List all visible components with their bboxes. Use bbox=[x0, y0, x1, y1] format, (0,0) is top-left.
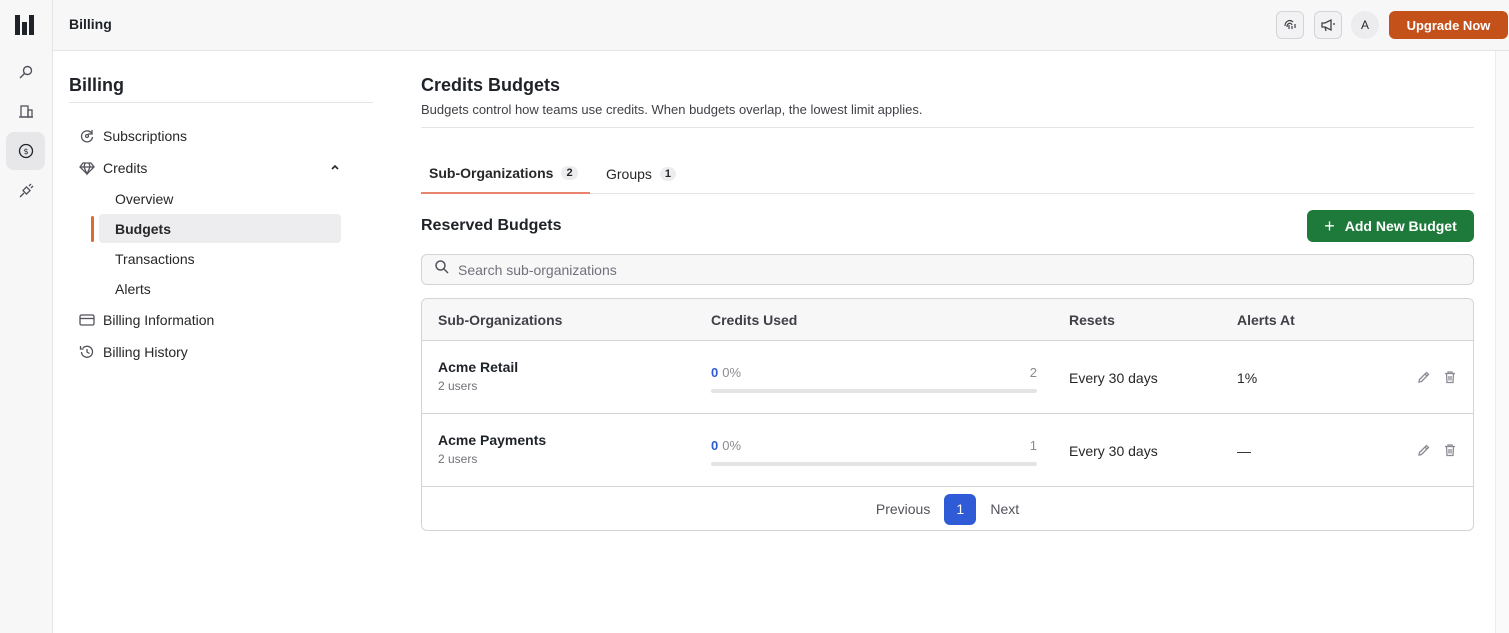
resets-value: Every 30 days bbox=[1069, 443, 1158, 459]
organization-icon[interactable] bbox=[6, 92, 45, 130]
tab-bar: Sub-Organizations 2 Groups 1 bbox=[421, 154, 1474, 194]
sidebar-divider bbox=[69, 102, 373, 103]
subscriptions-icon bbox=[79, 128, 95, 144]
page-header-title: Billing bbox=[69, 16, 112, 32]
column-header: Resets bbox=[1069, 312, 1115, 328]
table-row: Acme Payments 2 users 0 0% 1 Every 30 da… bbox=[422, 414, 1473, 487]
sidebar-item-subscriptions[interactable]: Subscriptions bbox=[79, 123, 187, 149]
credits-used-percent: 0% bbox=[722, 365, 742, 380]
edit-pencil-icon[interactable] bbox=[1416, 442, 1432, 458]
sidebar-subitem-alerts[interactable]: Alerts bbox=[99, 274, 341, 303]
top-bar: Billing A Upgrade Now bbox=[53, 0, 1509, 51]
credits-used-percent: 0% bbox=[722, 438, 742, 453]
column-header: Sub-Organizations bbox=[438, 312, 563, 328]
credits-used: 0 0% 2 bbox=[711, 365, 1037, 380]
budgets-table: Sub-Organizations Credits Used Resets Al… bbox=[421, 298, 1474, 531]
delete-trash-icon[interactable] bbox=[1442, 442, 1458, 458]
sidebar-subitem-transactions[interactable]: Transactions bbox=[99, 244, 341, 273]
sidebar-item-label: Subscriptions bbox=[103, 128, 188, 144]
page-title: Credits Budgets bbox=[421, 75, 561, 95]
credits-progress-bar bbox=[711, 462, 1037, 466]
previous-page-button[interactable]: Previous bbox=[876, 501, 930, 517]
search-icon bbox=[434, 259, 450, 280]
header-divider bbox=[421, 127, 1474, 128]
credits-used-value: 0 bbox=[711, 438, 719, 453]
org-name: Acme Retail bbox=[438, 359, 519, 375]
integrations-plug-icon[interactable] bbox=[6, 172, 45, 210]
org-cell: Acme Payments 2 users bbox=[438, 432, 546, 466]
app-logo-icon[interactable] bbox=[14, 14, 36, 36]
column-header: Alerts At bbox=[1237, 312, 1295, 328]
announcements-megaphone-icon[interactable] bbox=[1314, 11, 1342, 39]
sidebar-item-billing-information[interactable]: Billing Information bbox=[79, 307, 214, 333]
history-icon bbox=[79, 344, 95, 360]
credits-progress-bar bbox=[711, 389, 1037, 393]
billing-dollar-icon[interactable]: $ bbox=[6, 132, 45, 170]
tab-sub-organizations[interactable]: Sub-Organizations 2 bbox=[421, 154, 590, 194]
tab-groups[interactable]: Groups 1 bbox=[598, 154, 684, 194]
sidebar-subitem-budgets[interactable]: Budgets bbox=[99, 214, 341, 243]
sidebar-item-label: Credits bbox=[103, 160, 148, 176]
tab-label: Groups bbox=[606, 166, 652, 182]
search-input[interactable] bbox=[458, 261, 1358, 278]
add-new-budget-button[interactable]: + Add New Budget bbox=[1307, 210, 1474, 242]
diamond-icon bbox=[79, 160, 95, 176]
credit-card-icon bbox=[79, 312, 95, 328]
tab-label: Sub-Organizations bbox=[429, 165, 554, 181]
sidebar-item-billing-history[interactable]: Billing History bbox=[79, 339, 188, 365]
sidebar-item-label: Billing Information bbox=[103, 312, 215, 328]
icon-rail: $ bbox=[0, 0, 53, 633]
table-header: Sub-Organizations Credits Used Resets Al… bbox=[422, 299, 1473, 341]
upgrade-now-button[interactable]: Upgrade Now bbox=[1389, 11, 1508, 39]
sidebar-heading: Billing bbox=[69, 75, 124, 95]
user-avatar[interactable]: A bbox=[1351, 11, 1379, 39]
resets-value: Every 30 days bbox=[1069, 370, 1158, 386]
credits-limit: 1 bbox=[1029, 438, 1037, 453]
edit-pencil-icon[interactable] bbox=[1416, 369, 1432, 385]
credits-limit: 2 bbox=[1029, 365, 1037, 380]
search-box bbox=[421, 254, 1474, 285]
sidebar-item-label: Billing History bbox=[103, 344, 188, 360]
org-name: Acme Payments bbox=[438, 432, 547, 448]
tab-count-badge: 1 bbox=[659, 167, 677, 181]
page-number-button[interactable]: 1 bbox=[944, 493, 977, 525]
org-cell: Acme Retail 2 users bbox=[438, 359, 518, 393]
section-title: Reserved Budgets bbox=[421, 217, 562, 234]
next-page-button[interactable]: Next bbox=[990, 501, 1019, 517]
alerts-at-value: 1% bbox=[1237, 370, 1258, 386]
search-icon[interactable] bbox=[6, 53, 45, 91]
chevron-up-icon[interactable] bbox=[329, 160, 341, 176]
active-indicator bbox=[91, 216, 94, 242]
alerts-at-value: — bbox=[1237, 443, 1251, 459]
feedback-wave-icon[interactable] bbox=[1276, 11, 1304, 39]
svg-text:$: $ bbox=[23, 147, 28, 156]
org-users: 2 users bbox=[438, 379, 478, 393]
pagination: Previous 1 Next bbox=[422, 487, 1473, 530]
credits-used-value: 0 bbox=[711, 365, 719, 380]
page-scrollbar[interactable] bbox=[1495, 51, 1509, 633]
column-header: Credits Used bbox=[711, 312, 798, 328]
sidebar-subitem-overview[interactable]: Overview bbox=[99, 184, 341, 213]
table-row: Acme Retail 2 users 0 0% 2 Every 30 days… bbox=[422, 341, 1473, 414]
sidebar-item-credits[interactable]: Credits bbox=[79, 155, 341, 181]
tab-count-badge: 2 bbox=[561, 166, 578, 180]
plus-icon: + bbox=[1324, 216, 1335, 236]
delete-trash-icon[interactable] bbox=[1442, 369, 1458, 385]
credits-used: 0 0% 1 bbox=[711, 438, 1037, 453]
org-users: 2 users bbox=[438, 452, 478, 466]
page-description: Budgets control how teams use credits. W… bbox=[421, 102, 923, 117]
add-button-label: Add New Budget bbox=[1344, 218, 1457, 234]
